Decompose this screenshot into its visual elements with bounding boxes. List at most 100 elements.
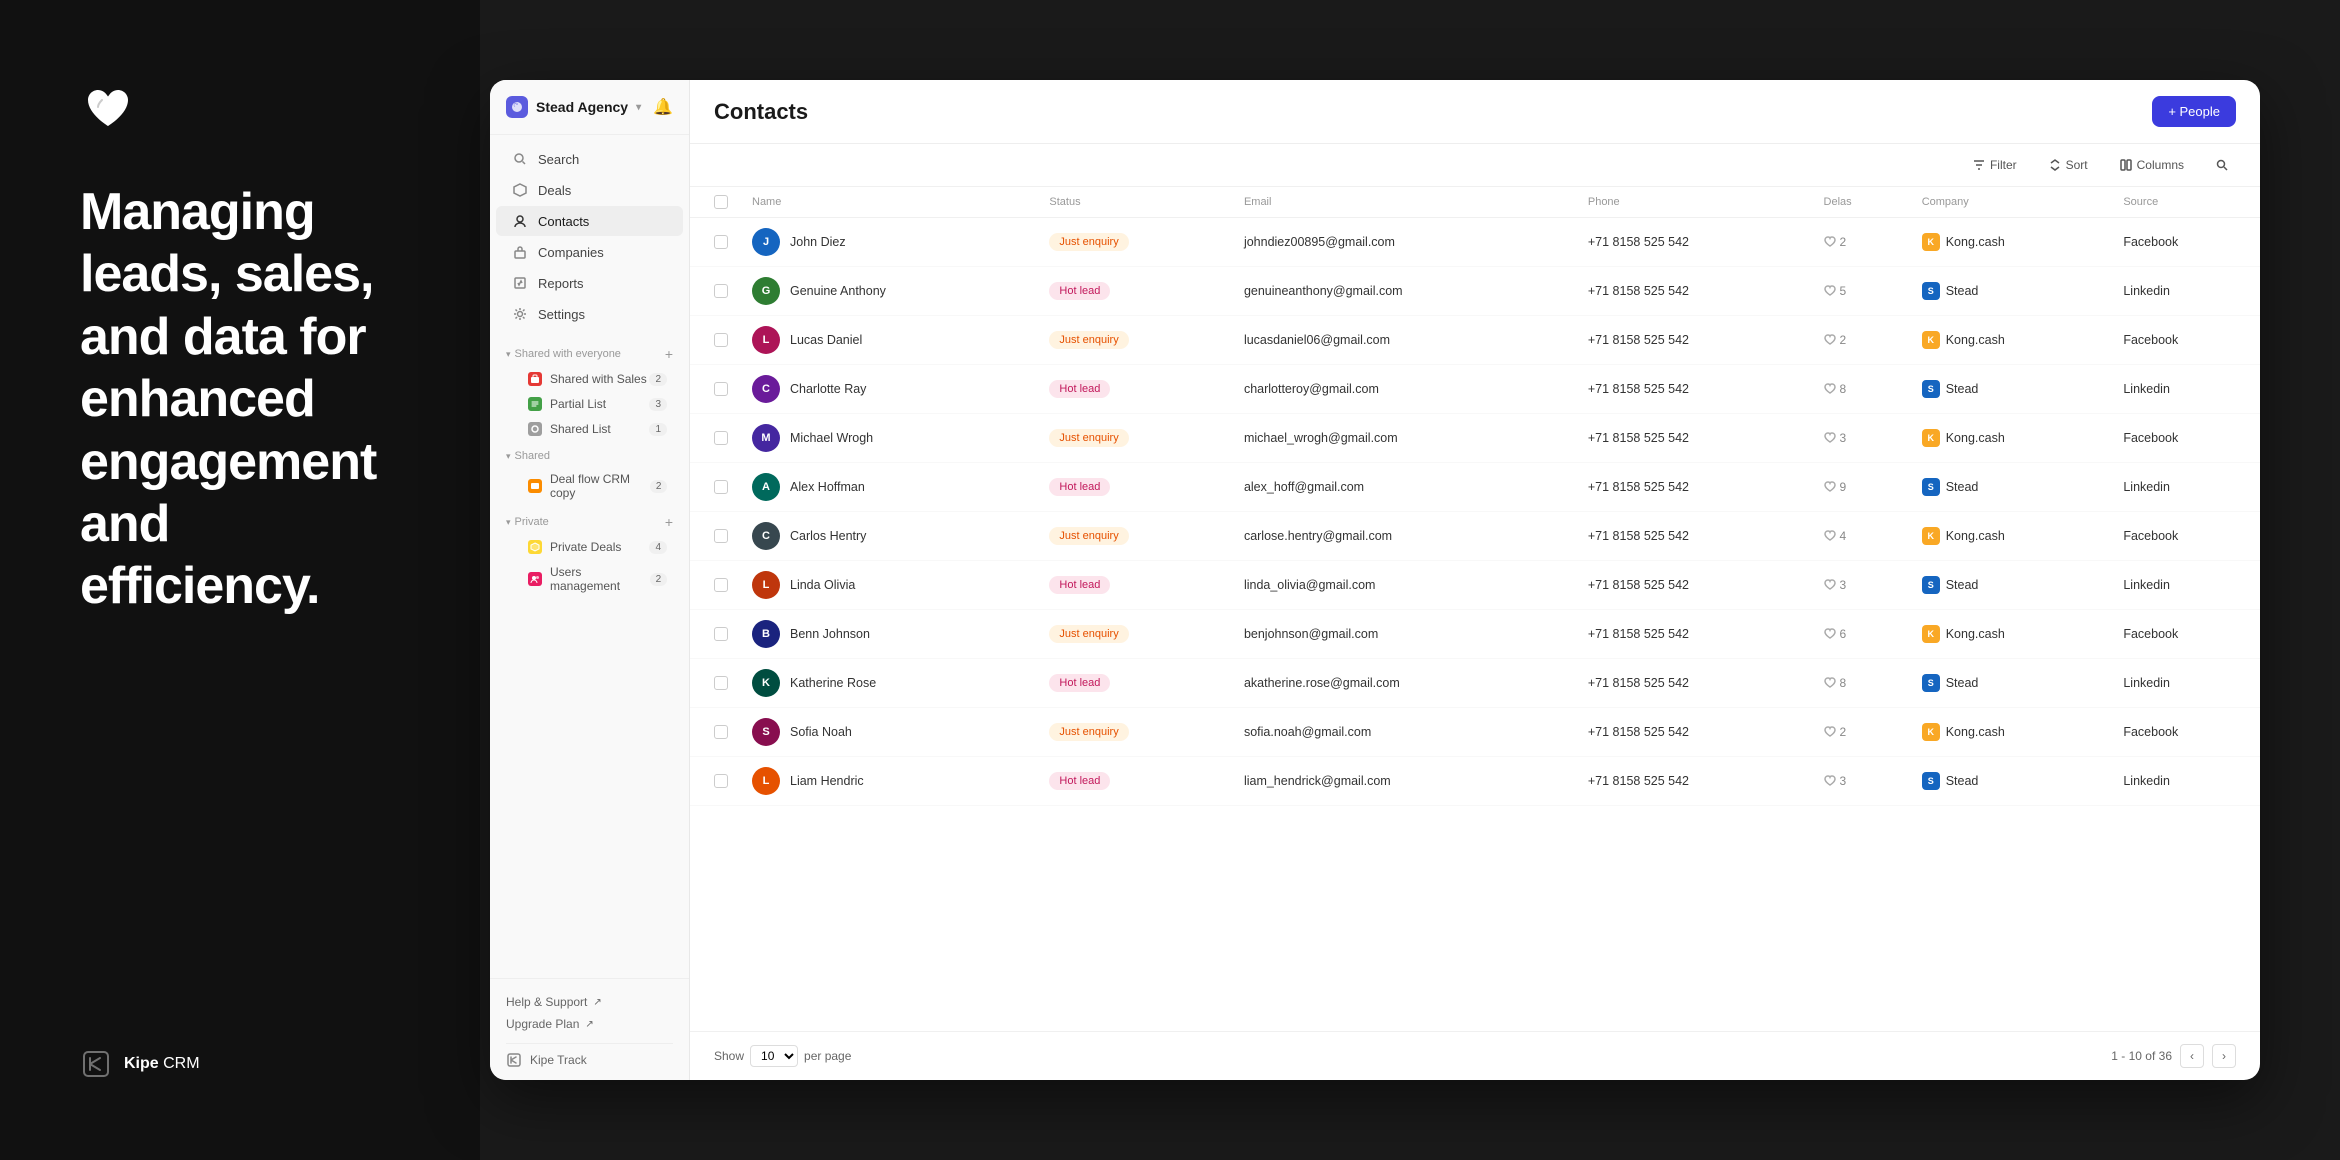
table-row[interactable]: L Lucas Daniel Just enquiry lucasdaniel0… xyxy=(690,316,2260,365)
contact-source: Facebook xyxy=(2111,316,2260,365)
avatar: L xyxy=(752,767,780,795)
company-icon: S xyxy=(1922,282,1940,300)
sidebar-item-private-deals[interactable]: Private Deals 4 xyxy=(496,535,683,559)
delas-count: 4 xyxy=(1840,529,1847,543)
company-icon: S xyxy=(1922,772,1940,790)
contact-source: Facebook xyxy=(2111,708,2260,757)
section-private-add-icon[interactable]: + xyxy=(665,514,673,530)
sort-button[interactable]: Sort xyxy=(2041,154,2096,176)
company-icon: S xyxy=(1922,674,1940,692)
sidebar-item-deal-flow[interactable]: Deal flow CRM copy 2 xyxy=(496,467,683,505)
contact-email: genuineanthony@gmail.com xyxy=(1232,267,1576,316)
table-row[interactable]: C Charlotte Ray Hot lead charlotteroy@gm… xyxy=(690,365,2260,414)
kipe-brand-icon xyxy=(80,1048,112,1080)
table-row[interactable]: S Sofia Noah Just enquiry sofia.noah@gma… xyxy=(690,708,2260,757)
sidebar-item-reports[interactable]: Reports xyxy=(496,268,683,298)
left-panel: Managing leads, sales, and data for enha… xyxy=(0,0,480,1160)
section-shared-everyone-header[interactable]: ▾ Shared with everyone + xyxy=(490,342,689,366)
contact-name-cell: S Sofia Noah xyxy=(752,718,1025,746)
company-icon: S xyxy=(1922,478,1940,496)
deal-flow-icon xyxy=(528,479,542,493)
row-checkbox[interactable] xyxy=(714,235,728,249)
row-checkbox[interactable] xyxy=(714,480,728,494)
company-cell: K Kong.cash xyxy=(1922,625,2100,643)
row-checkbox[interactable] xyxy=(714,676,728,690)
columns-button[interactable]: Columns xyxy=(2112,154,2192,176)
delas-cell: 2 xyxy=(1824,235,1898,249)
contact-name-cell: B Benn Johnson xyxy=(752,620,1025,648)
sidebar-item-settings[interactable]: Settings xyxy=(496,299,683,329)
col-status: Status xyxy=(1037,187,1232,218)
per-page-select[interactable]: 10 25 50 xyxy=(750,1045,798,1067)
sidebar-item-search[interactable]: Search xyxy=(496,144,683,174)
upgrade-plan-link[interactable]: Upgrade Plan ↗ xyxy=(506,1013,673,1035)
sidebar-item-deals[interactable]: Deals xyxy=(496,175,683,205)
section-shared-header[interactable]: ▾ Shared xyxy=(490,446,689,466)
search-button[interactable] xyxy=(2208,155,2236,175)
table-row[interactable]: K Katherine Rose Hot lead akatherine.ros… xyxy=(690,659,2260,708)
section-private-header[interactable]: ▾ Private + xyxy=(490,510,689,534)
prev-page-button[interactable]: ‹ xyxy=(2180,1044,2204,1068)
sidebar-item-shared-with-sales[interactable]: Shared with Sales 2 xyxy=(496,367,683,391)
row-checkbox[interactable] xyxy=(714,382,728,396)
table-row[interactable]: J John Diez Just enquiry johndiez00895@g… xyxy=(690,218,2260,267)
row-checkbox[interactable] xyxy=(714,529,728,543)
contact-name: Katherine Rose xyxy=(790,676,876,690)
contact-source: Linkedin xyxy=(2111,561,2260,610)
row-checkbox[interactable] xyxy=(714,284,728,298)
section-add-icon[interactable]: + xyxy=(665,346,673,362)
avatar: L xyxy=(752,571,780,599)
row-checkbox[interactable] xyxy=(714,333,728,347)
sidebar-item-search-label: Search xyxy=(538,152,579,167)
company-cell: S Stead xyxy=(1922,772,2100,790)
table-row[interactable]: B Benn Johnson Just enquiry benjohnson@g… xyxy=(690,610,2260,659)
table-row[interactable]: A Alex Hoffman Hot lead alex_hoff@gmail.… xyxy=(690,463,2260,512)
main-header: Contacts + People xyxy=(690,80,2260,144)
select-all-checkbox[interactable] xyxy=(714,195,728,209)
contact-name: Sofia Noah xyxy=(790,725,852,739)
contact-phone: +71 8158 525 542 xyxy=(1576,414,1812,463)
contact-name-cell: A Alex Hoffman xyxy=(752,473,1025,501)
sidebar-item-shared-list[interactable]: Shared List 1 xyxy=(496,417,683,441)
avatar: G xyxy=(752,277,780,305)
row-checkbox[interactable] xyxy=(714,774,728,788)
sidebar-item-companies[interactable]: Companies xyxy=(496,237,683,267)
avatar: C xyxy=(752,522,780,550)
col-delas: Delas xyxy=(1812,187,1910,218)
company-cell: S Stead xyxy=(1922,674,2100,692)
row-checkbox[interactable] xyxy=(714,627,728,641)
sidebar-item-contacts[interactable]: Contacts xyxy=(496,206,683,236)
table-toolbar: Filter Sort Columns xyxy=(690,144,2260,187)
status-badge: Hot lead xyxy=(1049,380,1110,398)
contact-name: Linda Olivia xyxy=(790,578,855,592)
company-cell: K Kong.cash xyxy=(1922,723,2100,741)
kipe-track-label: Kipe Track xyxy=(530,1053,587,1067)
table-body: J John Diez Just enquiry johndiez00895@g… xyxy=(690,218,2260,806)
kipe-track[interactable]: Kipe Track xyxy=(506,1043,673,1068)
sidebar-item-users-management[interactable]: Users management 2 xyxy=(496,560,683,598)
company-cell: K Kong.cash xyxy=(1922,331,2100,349)
table-row[interactable]: M Michael Wrogh Just enquiry michael_wro… xyxy=(690,414,2260,463)
sidebar-item-partial-list[interactable]: Partial List 3 xyxy=(496,392,683,416)
contact-phone: +71 8158 525 542 xyxy=(1576,659,1812,708)
add-people-button[interactable]: + People xyxy=(2152,96,2236,127)
contact-source: Linkedin xyxy=(2111,463,2260,512)
row-checkbox[interactable] xyxy=(714,578,728,592)
help-support-link[interactable]: Help & Support ↗ xyxy=(506,991,673,1013)
next-page-button[interactable]: › xyxy=(2212,1044,2236,1068)
sidebar-item-shared-list-label: Shared List xyxy=(550,422,611,436)
table-row[interactable]: C Carlos Hentry Just enquiry carlose.hen… xyxy=(690,512,2260,561)
col-source: Source xyxy=(2111,187,2260,218)
table-row[interactable]: L Liam Hendric Hot lead liam_hendrick@gm… xyxy=(690,757,2260,806)
contact-name: Benn Johnson xyxy=(790,627,870,641)
notification-bell-icon[interactable]: 🔔 xyxy=(653,97,673,117)
contact-email: alex_hoff@gmail.com xyxy=(1232,463,1576,512)
row-checkbox[interactable] xyxy=(714,431,728,445)
row-checkbox[interactable] xyxy=(714,725,728,739)
filter-button[interactable]: Filter xyxy=(1965,154,2025,176)
avatar: M xyxy=(752,424,780,452)
table-row[interactable]: L Linda Olivia Hot lead linda_olivia@gma… xyxy=(690,561,2260,610)
table-row[interactable]: G Genuine Anthony Hot lead genuineanthon… xyxy=(690,267,2260,316)
sidebar-brand-button[interactable]: Stead Agency ▾ xyxy=(506,96,641,118)
sidebar-item-settings-label: Settings xyxy=(538,307,585,322)
